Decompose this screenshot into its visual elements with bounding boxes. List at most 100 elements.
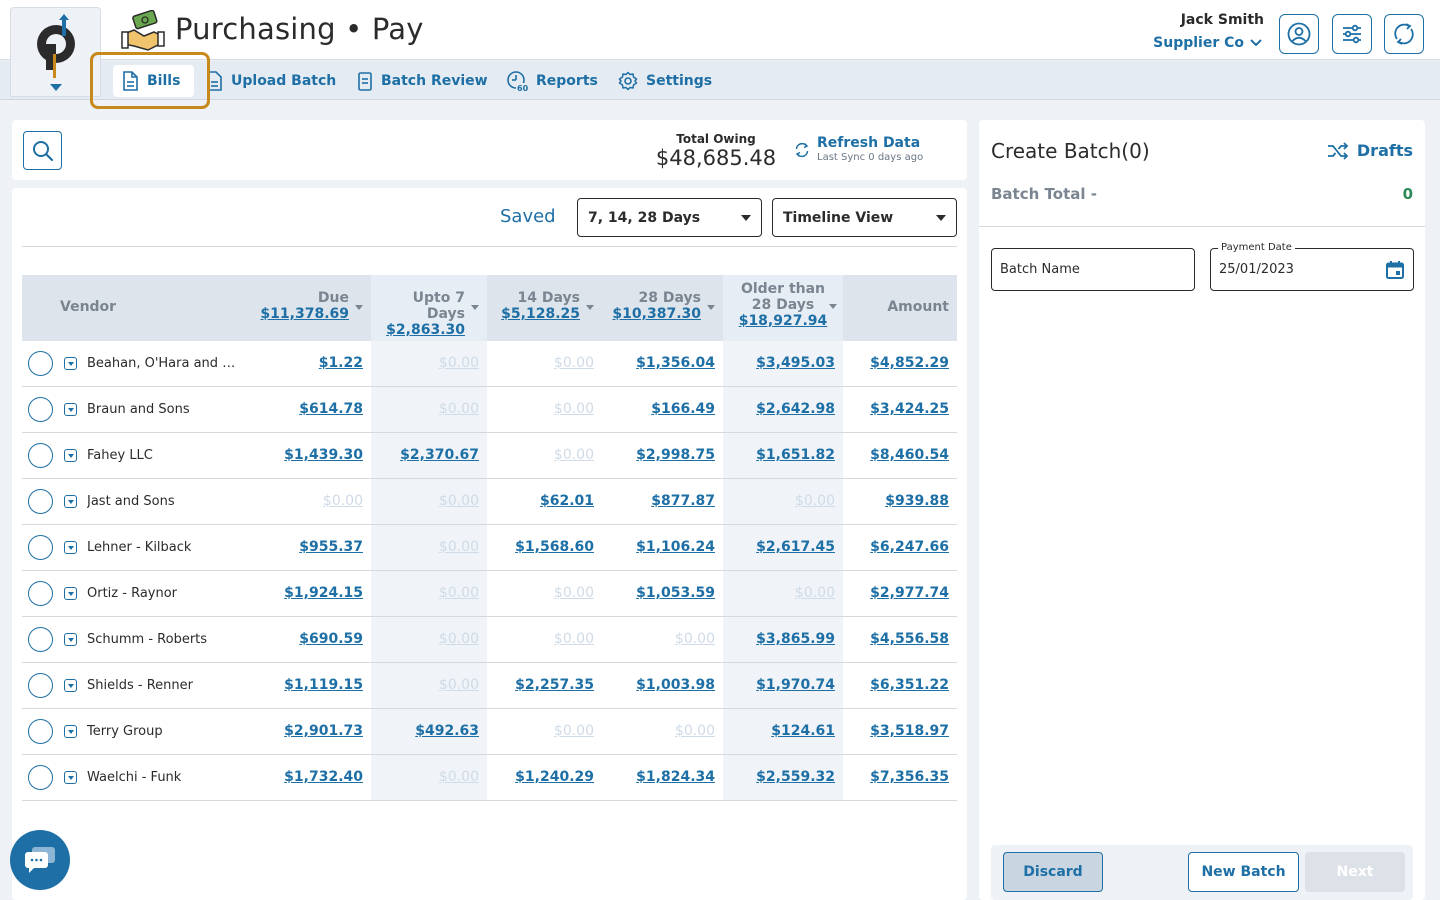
amount-link-d28[interactable]: $166.49	[651, 401, 715, 417]
row-select-radio[interactable]	[28, 765, 53, 790]
amount-link-older[interactable]: $0.00	[795, 585, 835, 601]
profile-button[interactable]	[1279, 14, 1319, 54]
amount-link-d7[interactable]: $0.00	[439, 401, 479, 417]
expand-row-icon[interactable]	[64, 449, 77, 462]
amount-link-amount[interactable]: $4,556.58	[870, 631, 949, 647]
col-upto-7-days[interactable]: Upto 7 Days $2,863.30	[371, 275, 487, 341]
table-row[interactable]: Jast and Sons $0.00 $0.00 $62.01 $877.87 $0.0…	[22, 479, 957, 525]
amount-link-older[interactable]: $2,642.98	[756, 401, 835, 417]
amount-link-older[interactable]: $0.00	[795, 493, 835, 509]
amount-link-d28[interactable]: $1,106.24	[636, 539, 715, 555]
amount-link-amount[interactable]: $8,460.54	[870, 447, 949, 463]
amount-link-due[interactable]: $1.22	[319, 355, 363, 371]
amount-link-d7[interactable]: $0.00	[439, 539, 479, 555]
drafts-button[interactable]: Drafts	[1327, 141, 1413, 160]
amount-link-amount[interactable]: $3,424.25	[870, 401, 949, 417]
company-switcher[interactable]: Supplier Co	[1153, 35, 1262, 51]
amount-link-d28[interactable]: $1,053.59	[636, 585, 715, 601]
amount-link-due[interactable]: $1,439.30	[284, 447, 363, 463]
row-select-radio[interactable]	[28, 397, 53, 422]
payment-date-field[interactable]: Payment Date 25/01/2023	[1210, 242, 1414, 291]
col-older-total[interactable]: $18,927.94	[723, 313, 843, 329]
amount-link-d14[interactable]: $0.00	[554, 447, 594, 463]
table-row[interactable]: Braun and Sons $614.78 $0.00 $0.00 $166.49 $2…	[22, 387, 957, 433]
amount-link-amount[interactable]: $939.88	[885, 493, 949, 509]
chat-launcher-button[interactable]	[10, 830, 70, 890]
tab-bills[interactable]: Bills	[113, 65, 195, 97]
days-select[interactable]: 7, 14, 28 Days	[577, 198, 762, 237]
amount-link-due[interactable]: $690.59	[299, 631, 363, 647]
amount-link-older[interactable]: $1,651.82	[756, 447, 835, 463]
new-batch-button[interactable]: New Batch	[1188, 852, 1299, 892]
amount-link-d7[interactable]: $492.63	[415, 723, 479, 739]
amount-link-d7[interactable]: $0.00	[439, 493, 479, 509]
calendar-icon[interactable]	[1385, 260, 1405, 280]
amount-link-amount[interactable]: $6,247.66	[870, 539, 949, 555]
amount-link-older[interactable]: $1,970.74	[756, 677, 835, 693]
amount-link-amount[interactable]: $6,351.22	[870, 677, 949, 693]
amount-link-due[interactable]: $2,901.73	[284, 723, 363, 739]
org-switcher[interactable]	[10, 7, 101, 97]
amount-link-d14[interactable]: $0.00	[554, 401, 594, 417]
expand-row-icon[interactable]	[64, 541, 77, 554]
search-button[interactable]	[23, 131, 62, 170]
row-select-radio[interactable]	[28, 443, 53, 468]
col-14-days-total[interactable]: $5,128.25	[501, 306, 580, 322]
next-button[interactable]: Next	[1305, 852, 1405, 892]
amount-link-d14[interactable]: $0.00	[554, 355, 594, 371]
amount-link-d7[interactable]: $2,370.67	[400, 447, 479, 463]
col-14-days[interactable]: 14 Days $5,128.25	[487, 275, 602, 341]
row-select-radio[interactable]	[28, 535, 53, 560]
expand-row-icon[interactable]	[64, 495, 77, 508]
row-select-radio[interactable]	[28, 351, 53, 376]
col-vendor[interactable]: Vendor	[22, 275, 249, 341]
amount-link-d28[interactable]: $0.00	[675, 723, 715, 739]
table-row[interactable]: Beahan, O'Hara and L... $1.22 $0.00 $0.00 $1…	[22, 341, 957, 387]
expand-row-icon[interactable]	[64, 633, 77, 646]
sort-arrow-icon[interactable]	[471, 305, 479, 310]
sort-arrow-icon[interactable]	[707, 305, 715, 310]
amount-link-d14[interactable]: $0.00	[554, 631, 594, 647]
tab-upload-batch[interactable]: Upload Batch	[205, 65, 336, 97]
amount-link-older[interactable]: $2,559.32	[756, 769, 835, 785]
col-due-total[interactable]: $11,378.69	[260, 306, 349, 322]
tab-reports[interactable]: 60 Reports	[506, 65, 598, 97]
col-amount[interactable]: Amount	[843, 275, 957, 341]
amount-link-d28[interactable]: $1,824.34	[636, 769, 715, 785]
amount-link-d14[interactable]: $0.00	[554, 723, 594, 739]
sort-arrow-icon[interactable]	[355, 305, 363, 310]
saved-filter-link[interactable]: Saved	[500, 206, 556, 227]
amount-link-due[interactable]: $0.00	[323, 493, 363, 509]
expand-row-icon[interactable]	[64, 587, 77, 600]
col-older-than-28-days[interactable]: Older than 28 Days $18,927.94	[723, 275, 843, 341]
sort-arrow-icon[interactable]	[829, 304, 837, 309]
amount-link-due[interactable]: $614.78	[299, 401, 363, 417]
tab-settings[interactable]: Settings	[618, 65, 712, 97]
amount-link-d7[interactable]: $0.00	[439, 355, 479, 371]
table-row[interactable]: Shields - Renner $1,119.15 $0.00 $2,257.35 $…	[22, 663, 957, 709]
batch-name-field[interactable]: Batch Name	[991, 248, 1195, 291]
amount-link-d14[interactable]: $1,568.60	[515, 539, 594, 555]
amount-link-d28[interactable]: $877.87	[651, 493, 715, 509]
expand-row-icon[interactable]	[64, 771, 77, 784]
amount-link-d14[interactable]: $1,240.29	[515, 769, 594, 785]
row-select-radio[interactable]	[28, 719, 53, 744]
amount-link-amount[interactable]: $3,518.97	[870, 723, 949, 739]
amount-link-d28[interactable]: $2,998.75	[636, 447, 715, 463]
view-select[interactable]: Timeline View	[772, 198, 957, 237]
amount-link-amount[interactable]: $7,356.35	[870, 769, 949, 785]
amount-link-due[interactable]: $1,924.15	[284, 585, 363, 601]
expand-row-icon[interactable]	[64, 357, 77, 370]
col-due[interactable]: Due $11,378.69	[249, 275, 371, 341]
table-row[interactable]: Ortiz - Raynor $1,924.15 $0.00 $0.00 $1,053.…	[22, 571, 957, 617]
table-row[interactable]: Terry Group $2,901.73 $492.63 $0.00 $0.00 $12…	[22, 709, 957, 755]
sort-arrow-icon[interactable]	[586, 305, 594, 310]
amount-link-older[interactable]: $124.61	[771, 723, 835, 739]
amount-link-d14[interactable]: $62.01	[540, 493, 594, 509]
col-upto-7-days-total[interactable]: $2,863.30	[371, 322, 465, 338]
row-select-radio[interactable]	[28, 627, 53, 652]
amount-link-d7[interactable]: $0.00	[439, 585, 479, 601]
discard-button[interactable]: Discard	[1003, 852, 1103, 892]
amount-link-older[interactable]: $2,617.45	[756, 539, 835, 555]
table-row[interactable]: Lehner - Kilback $955.37 $0.00 $1,568.60 $1,…	[22, 525, 957, 571]
